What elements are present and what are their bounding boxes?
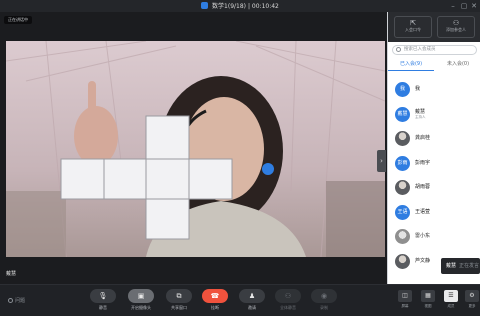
add-participant-button[interactable]: ⚇ 添加参会人 [437,16,475,38]
shield-icon [201,2,209,9]
member-tabs: 已入会(9) 未入会(0) [388,59,480,71]
avatar [395,229,410,244]
members-list-label: 成员 [447,304,455,308]
participant-name: 芦文静 [415,257,431,264]
meeting-info: 数学1(9/18) | 00:10:42 [0,1,480,10]
members-list-button[interactable]: ☰ 成员 [441,290,461,309]
meeting-toolbar: 问题 🎙 静音 ▣ 开启摄像头 ⧉ 共享窗口 ☎ 挂断 ♟ 邀请 ⚇ 全体静音 … [0,284,480,316]
hangup-label: 挂断 [211,305,219,310]
list-item[interactable]: 我 我 [388,80,480,105]
search-icon [396,47,401,52]
search-placeholder: 搜索已入会成员 [404,47,436,52]
avatar: 我 [395,82,410,97]
camera-label: 开启摄像头 [131,305,151,310]
grid-view-label: 视图 [424,304,432,308]
list-item[interactable]: 胡雨蓉 [388,178,480,203]
participant-name: 龚启桂 [415,135,431,141]
avatar: 王语 [395,204,410,220]
title-bar: 数学1(9/18) | 00:10:42 – ▢ ✕ [0,0,480,12]
invite-label: 邀请 [248,305,256,310]
record-icon: ◉ [311,289,337,303]
mute-button[interactable]: 🎙 静音 [88,289,118,311]
speaker-tag: 正在讲话中 [4,16,32,24]
participant-role: 主持人 [415,114,426,119]
grid-view-button[interactable]: ▦ 视图 [418,290,438,309]
participant-name: 我 [415,86,421,92]
record-label: 录制 [320,305,328,310]
close-icon[interactable]: ✕ [470,2,478,10]
participant-name: 彭雨宇 [415,159,431,166]
invite-button[interactable]: ♟ 邀请 [237,289,267,311]
members-icon: ⚇ [275,289,301,303]
grid-view-icon: ▦ [421,290,435,302]
avatar: 彭雨 [395,155,410,171]
avatar [395,253,410,269]
member-search-input[interactable]: 搜索已入会成员 [392,45,477,55]
issue-label: 问题 [15,298,26,304]
list-item[interactable]: 龚启桂 [388,129,480,154]
tooltip-name: 戴慧 [446,263,457,269]
elapsed-time: 00:10:42 [251,3,279,10]
participant-name: 胡雨蓉 [415,184,431,190]
panel-actions: ⇱ 入会口令 ⚇ 添加参会人 [388,12,480,42]
share-icon: ⇱ [410,19,416,27]
invite-code-label: 入会口令 [405,27,421,32]
video-feed-image [6,41,385,257]
video-area: 正在讲话中 戴慧 › [0,12,387,284]
invite-code-button[interactable]: ⇱ 入会口令 [394,16,432,38]
participants-panel: ⇱ 入会口令 ⚇ 添加参会人 搜索已入会成员 已入会(9) 未入会(0) 我 我… [387,12,480,284]
avatar [395,180,410,195]
share-screen-label: 共享窗口 [171,305,187,310]
hangup-icon: ☎ [202,289,228,303]
screen-layout-label: 屏幕 [401,304,409,308]
list-item[interactable]: 王语 王语萱 [388,203,480,228]
mic-icon: 🎙 [90,289,116,303]
members-list-icon: ☰ [444,290,458,302]
hangup-button[interactable]: ☎ 挂断 [200,289,230,311]
participant-name: 戴慧 [415,108,426,115]
issue-button[interactable]: 问题 [8,297,25,304]
info-icon [8,298,13,303]
record-button[interactable]: ◉ 录制 [309,289,339,311]
invite-icon: ♟ [239,289,265,303]
more-icon: ⚙ [465,290,479,302]
maximize-icon[interactable]: ▢ [460,2,468,10]
add-user-icon: ⚇ [452,19,460,27]
more-label: 更多 [468,304,476,308]
meeting-window: 数学1(9/18) | 00:10:42 – ▢ ✕ 正在讲话中 戴慧 › ⇱ … [0,0,480,316]
participant-name: 王语萱 [415,208,431,215]
mute-all-button[interactable]: ⚇ 全体静音 [273,289,303,311]
participant-list: 我 我 戴慧 戴慧 主持人 龚启桂 彭雨 彭雨宇 胡雨蓉 王语 王语萱 雷小东 … [388,80,480,276]
camera-button[interactable]: ▣ 开启摄像头 [126,289,156,311]
share-screen-icon: ⧉ [166,289,192,303]
mute-all-label: 全体静音 [280,305,296,310]
meeting-title: 数学1(9/18) [212,3,247,10]
mute-label: 静音 [99,305,107,310]
speaking-tooltip: 戴慧 正在发言 [441,258,480,274]
participant-name: 戴慧 [6,271,17,277]
list-item[interactable]: 雷小东 [388,227,480,252]
add-participant-label: 添加参会人 [446,27,466,32]
camera-icon: ▣ [128,289,154,303]
tooltip-status: 正在发言 [459,263,480,269]
tab-not-joined[interactable]: 未入会(0) [435,59,480,71]
avatar [395,131,410,146]
list-item[interactable]: 戴慧 戴慧 主持人 [388,105,480,130]
collapse-panel-icon[interactable]: › [377,150,386,172]
minimize-icon[interactable]: – [449,2,457,10]
share-screen-button[interactable]: ⧉ 共享窗口 [164,289,194,311]
participant-name: 雷小东 [415,233,431,239]
avatar: 戴慧 [395,106,410,122]
more-button[interactable]: ⚙ 更多 [462,290,480,309]
tab-joined[interactable]: 已入会(9) [388,59,434,71]
title-separator: | [247,3,250,10]
list-item[interactable]: 彭雨 彭雨宇 [388,154,480,179]
video-feed [6,41,385,257]
screen-layout-button[interactable]: ◫ 屏幕 [395,290,415,309]
screen-layout-icon: ◫ [398,290,412,302]
